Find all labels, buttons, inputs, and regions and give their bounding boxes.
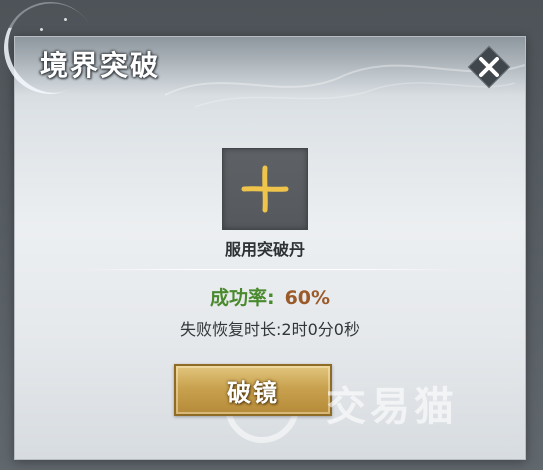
- recovery-time-text: 失败恢复时长:2时0分0秒: [180, 320, 360, 339]
- break-button[interactable]: 破镜: [174, 364, 332, 416]
- sparkle-decoration: [64, 18, 67, 21]
- close-button[interactable]: [467, 45, 511, 89]
- success-rate-label: 成功率:: [209, 287, 275, 309]
- pill-slot[interactable]: [222, 148, 308, 230]
- dialog-title: 境界突破: [40, 49, 161, 82]
- close-icon: [479, 57, 499, 77]
- success-rate-value: 60%: [284, 287, 331, 309]
- sparkle-decoration: [40, 28, 43, 31]
- pill-slot-label: 服用突破丹: [224, 240, 305, 259]
- content-divider: [81, 269, 461, 270]
- game-screen: 境界突破 服用突破丹 成功率: 60% 失败恢复时长:2时0分0秒 破镜 交易猫: [0, 0, 543, 470]
- break-button-label: 破镜: [227, 377, 279, 407]
- success-rate-row: 成功率: 60%: [150, 283, 390, 310]
- plus-icon: [241, 165, 289, 213]
